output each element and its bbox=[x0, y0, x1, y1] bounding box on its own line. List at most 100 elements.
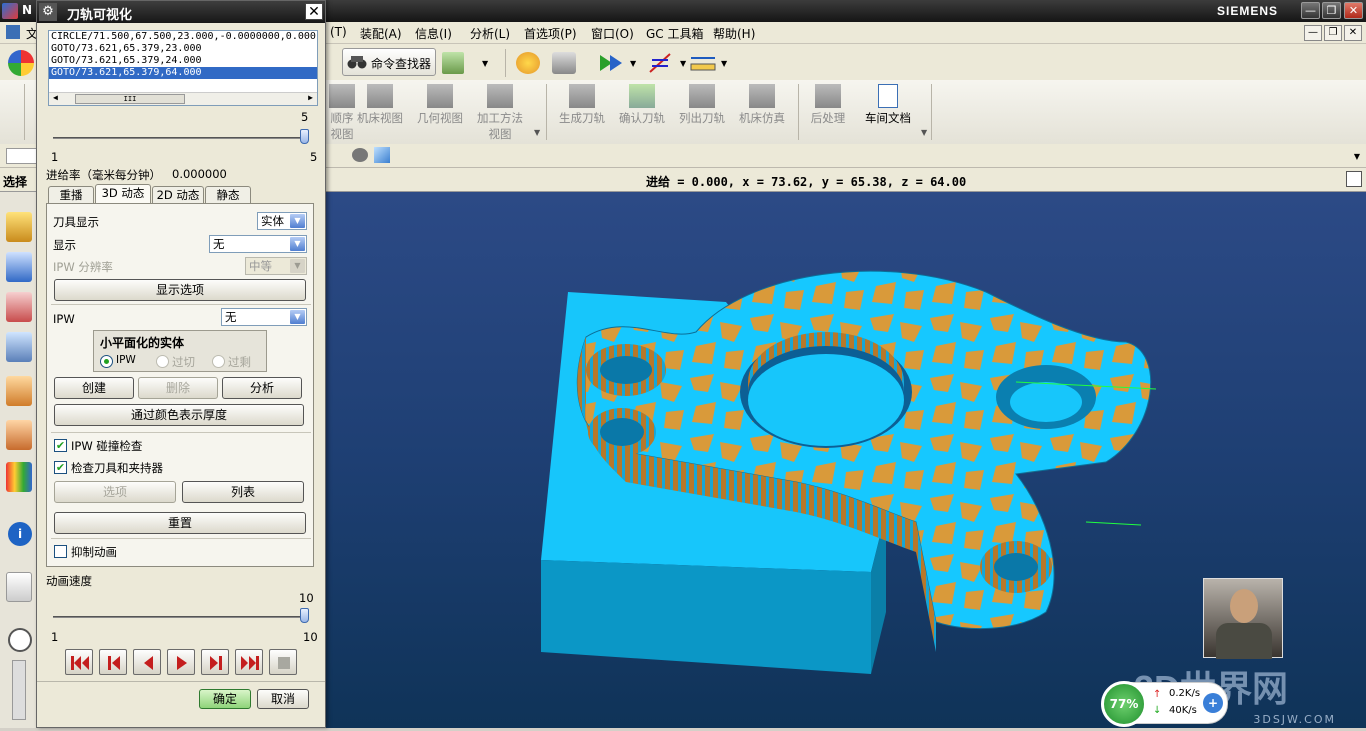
list-horizontal-scrollbar[interactable]: ◀ III ▶ bbox=[49, 92, 317, 105]
step-back-button[interactable] bbox=[133, 649, 161, 675]
history-clock-icon[interactable] bbox=[8, 628, 32, 652]
menu-item-analysis[interactable]: 分析(L) bbox=[470, 25, 510, 42]
speed-slider-thumb[interactable] bbox=[300, 608, 309, 623]
display-options-button[interactable]: 显示选项 bbox=[54, 279, 306, 301]
machine-view-button[interactable]: 机床视图 bbox=[352, 80, 408, 144]
operation-navigator-icon[interactable] bbox=[6, 332, 32, 362]
list-toolpath-button[interactable]: 列出刀轨 bbox=[672, 80, 732, 144]
list-button[interactable]: 列表 bbox=[182, 481, 304, 503]
dialog-close-button[interactable]: ✕ bbox=[305, 3, 323, 20]
reset-button[interactable]: 重置 bbox=[54, 512, 306, 534]
dropdown-arrow-icon[interactable]: ▼ bbox=[630, 59, 636, 68]
speed-slider-track[interactable] bbox=[53, 616, 309, 618]
dropdown-arrow-icon[interactable]: ▼ bbox=[1354, 152, 1360, 161]
mdi-minimize-button[interactable]: — bbox=[1304, 25, 1322, 41]
geometry-view-button[interactable]: 几何视图 bbox=[412, 80, 468, 144]
forward-to-end-button[interactable] bbox=[235, 649, 263, 675]
tab-replay[interactable]: 重播 bbox=[48, 186, 94, 204]
snap-icon[interactable] bbox=[516, 52, 540, 74]
menu-item-tools[interactable]: (T) bbox=[330, 25, 347, 39]
dropdown-arrow-icon[interactable]: ▼ bbox=[482, 59, 488, 68]
delete-button[interactable]: 删除 bbox=[138, 377, 218, 399]
rail-scrollbar[interactable] bbox=[12, 660, 26, 720]
web-browser-icon[interactable] bbox=[6, 572, 32, 602]
radio-ipw[interactable] bbox=[100, 355, 113, 368]
part-navigator-icon[interactable] bbox=[6, 292, 32, 322]
display-select[interactable]: 无 ▼ bbox=[209, 235, 307, 253]
cancel-button[interactable]: 取消 bbox=[257, 689, 309, 709]
step-back-op-button[interactable] bbox=[99, 649, 127, 675]
minimize-button[interactable]: — bbox=[1301, 2, 1320, 19]
measure-icon[interactable] bbox=[690, 52, 716, 74]
shade-icon[interactable] bbox=[352, 148, 368, 162]
fit-icon[interactable] bbox=[1346, 171, 1362, 187]
menu-item-gc-toolbox[interactable]: GC 工具箱 bbox=[646, 25, 704, 42]
start-icon[interactable] bbox=[8, 50, 34, 76]
analyze-button[interactable]: 分析 bbox=[222, 377, 302, 399]
toolpath-list-item[interactable]: GOTO/73.621,65.379,64.000 bbox=[49, 67, 317, 79]
menu-item-help[interactable]: 帮助(H) bbox=[713, 25, 755, 42]
tab-static[interactable]: 静态 bbox=[205, 186, 251, 204]
thickness-by-color-button[interactable]: 通过颜色表示厚度 bbox=[54, 404, 304, 426]
step-forward-op-button[interactable] bbox=[201, 649, 229, 675]
part-icon[interactable] bbox=[442, 52, 464, 74]
info-icon[interactable]: i bbox=[8, 522, 32, 546]
toolpath-slider-track[interactable] bbox=[53, 137, 309, 139]
options-button[interactable]: 选项 bbox=[54, 481, 176, 503]
rewind-to-start-button[interactable] bbox=[65, 649, 93, 675]
dialog-title-bar[interactable]: ⚙ 刀轨可视化 ✕ bbox=[37, 1, 325, 23]
verify-toolpath-button[interactable]: 确认刀轨 bbox=[612, 80, 672, 144]
machine-simulation-button[interactable]: 机床仿真 bbox=[732, 80, 792, 144]
radio-excess[interactable] bbox=[212, 355, 225, 368]
generate-toolpath-button[interactable]: 生成刀轨 bbox=[552, 80, 612, 144]
check-tool-holder-checkbox[interactable]: ✔ bbox=[54, 461, 67, 474]
radio-overcut[interactable] bbox=[156, 355, 169, 368]
dropdown-arrow-icon[interactable]: ▼ bbox=[721, 59, 727, 68]
view-icon[interactable] bbox=[552, 52, 576, 74]
tab-2d-dynamic[interactable]: 2D 动态 bbox=[152, 186, 204, 204]
toolpath-list-item[interactable]: CIRCLE/71.500,67.500,23.000,-0.0000000,0… bbox=[49, 31, 317, 43]
plus-icon[interactable]: + bbox=[1203, 693, 1223, 713]
mdi-restore-button[interactable]: ❐ bbox=[1324, 25, 1342, 41]
scroll-left-icon[interactable]: ◀ bbox=[53, 93, 58, 102]
menu-item-preferences[interactable]: 首选项(P) bbox=[524, 25, 577, 42]
close-window-button[interactable]: ✕ bbox=[1344, 2, 1363, 19]
create-button[interactable]: 创建 bbox=[54, 377, 134, 399]
gear-icon[interactable]: ⚙ bbox=[39, 3, 57, 21]
constraint-navigator-icon[interactable] bbox=[6, 252, 32, 282]
ipw-select[interactable]: 无 ▼ bbox=[221, 308, 307, 326]
scroll-thumb[interactable]: III bbox=[75, 94, 185, 104]
cube-icon[interactable] bbox=[374, 147, 390, 163]
method-view-button[interactable]: 加工方法 视图 bbox=[472, 80, 528, 144]
menu-item-info[interactable]: 信息(I) bbox=[415, 25, 452, 42]
tool-display-select[interactable]: 实体 ▼ bbox=[257, 212, 307, 230]
assembly-navigator-icon[interactable] bbox=[6, 212, 32, 242]
shop-doc-button[interactable]: 车间文档 bbox=[858, 80, 918, 144]
toolpath-list[interactable]: CIRCLE/71.500,67.500,23.000,-0.0000000,0… bbox=[48, 30, 318, 106]
command-finder-button[interactable]: 命令查找器 bbox=[342, 48, 436, 76]
ok-button[interactable]: 确定 bbox=[199, 689, 251, 709]
ipw-resolution-select[interactable]: 中等 ▼ bbox=[245, 257, 307, 275]
stop-button[interactable] bbox=[269, 649, 297, 675]
scroll-right-icon[interactable]: ▶ bbox=[308, 93, 313, 102]
dropdown-arrow-icon[interactable]: ▼ bbox=[534, 128, 540, 137]
play-button[interactable] bbox=[167, 649, 195, 675]
play-toolpath-icon[interactable] bbox=[598, 52, 624, 74]
mdi-close-button[interactable]: ✕ bbox=[1344, 25, 1362, 41]
toolpath-slider-thumb[interactable] bbox=[300, 129, 309, 144]
dropdown-arrow-icon[interactable]: ▼ bbox=[921, 128, 927, 137]
palette-icon[interactable] bbox=[6, 462, 32, 492]
menu-item-window[interactable]: 窗口(O) bbox=[591, 25, 634, 42]
suppress-animation-checkbox[interactable] bbox=[54, 545, 67, 558]
toolpath-list-item[interactable]: GOTO/73.621,65.379,23.000 bbox=[49, 43, 317, 55]
machine-tool-navigator-icon[interactable] bbox=[6, 376, 32, 406]
maximize-button[interactable]: ❐ bbox=[1322, 2, 1341, 19]
menu-item-assembly[interactable]: 装配(A) bbox=[360, 25, 402, 42]
toolpath-list-item[interactable]: GOTO/73.621,65.379,24.000 bbox=[49, 55, 317, 67]
ipw-collision-checkbox[interactable]: ✔ bbox=[54, 439, 67, 452]
tab-3d-dynamic[interactable]: 3D 动态 bbox=[95, 184, 151, 204]
reuse-library-icon[interactable] bbox=[6, 420, 32, 450]
toolpath-lines-icon[interactable] bbox=[648, 52, 672, 74]
post-process-button[interactable]: 后处理 bbox=[802, 80, 854, 144]
dropdown-arrow-icon[interactable]: ▼ bbox=[680, 59, 686, 68]
